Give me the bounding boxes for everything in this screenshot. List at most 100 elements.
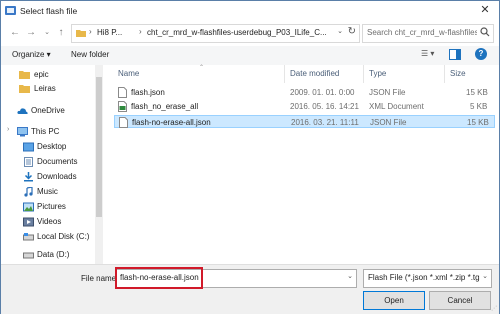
search-input[interactable]: Search cht_cr_mrd_w-flashfiles... xyxy=(362,24,494,43)
organize-button[interactable]: Organize ▾ xyxy=(12,50,51,59)
column-divider[interactable] xyxy=(284,65,285,83)
chevron-down-icon[interactable]: › xyxy=(7,126,9,133)
json-file-icon xyxy=(119,117,128,128)
scrollbar-thumb[interactable] xyxy=(96,77,102,217)
nav-label: epic xyxy=(34,70,49,79)
open-button[interactable]: Open xyxy=(363,291,425,310)
app-icon xyxy=(5,6,16,15)
resize-grip-icon[interactable]: ⋰ xyxy=(491,305,497,312)
file-row-selected[interactable]: flash-no-erase-all.json 2016. 03. 21. 11… xyxy=(114,115,495,128)
nav-label: Desktop xyxy=(37,142,67,151)
videos-icon xyxy=(23,217,34,227)
column-header-type[interactable]: Type xyxy=(369,69,386,78)
nav-label: Data (D:) xyxy=(37,250,70,259)
forward-icon[interactable]: → xyxy=(25,26,37,40)
pictures-icon xyxy=(23,202,34,212)
file-name: flash-no-erase-all.json xyxy=(132,118,211,127)
search-placeholder: Search cht_cr_mrd_w-flashfiles... xyxy=(367,28,477,37)
file-type: XML Document xyxy=(369,102,424,111)
nav-label: Local Disk (C:) xyxy=(37,232,90,241)
nav-label: Videos xyxy=(37,217,62,226)
window-title: Select flash file xyxy=(20,6,78,16)
file-row[interactable]: flash.json 2009. 01. 01. 0:00 JSON File … xyxy=(114,86,495,99)
new-folder-button[interactable]: New folder xyxy=(71,50,109,59)
cancel-button[interactable]: Cancel xyxy=(429,291,491,310)
nav-item-music[interactable]: Music xyxy=(1,185,95,199)
dialog-footer: File name: flash-no-erase-all.json ⌄ Fla… xyxy=(1,264,499,314)
folder-icon xyxy=(19,85,30,93)
file-name-label: File name: xyxy=(81,274,119,283)
column-divider[interactable] xyxy=(363,65,364,83)
chevron-down-icon[interactable]: ⌄ xyxy=(337,27,343,35)
breadcrumb-separator: › xyxy=(89,27,92,36)
address-bar[interactable]: › Hi8 P... › cht_cr_mrd_w-flashfiles-use… xyxy=(71,24,360,43)
file-size: 5 KB xyxy=(470,102,488,111)
sort-up-icon: ⌃ xyxy=(199,65,205,71)
column-divider[interactable] xyxy=(444,65,445,83)
nav-item-local-disk[interactable]: Local Disk (C:) xyxy=(1,230,95,244)
file-type-filter[interactable]: Flash File (*.json *.xml *.zip *.tgz ⌄ xyxy=(363,269,492,288)
breadcrumb-separator: › xyxy=(139,27,142,36)
column-header-size[interactable]: Size xyxy=(450,69,466,78)
file-dialog: Select flash file ✕ ← → ⌄ ↑ › Hi8 P... ›… xyxy=(0,0,500,314)
column-header-name[interactable]: Name xyxy=(118,69,139,78)
nav-label: This PC xyxy=(31,127,60,136)
computer-icon xyxy=(17,127,28,137)
file-date: 2016. 03. 21. 11:11 xyxy=(291,118,359,127)
nav-item-videos[interactable]: Videos xyxy=(1,215,95,229)
command-bar: Organize ▾ New folder ☰ ▾ ? xyxy=(1,46,499,65)
column-header-date[interactable]: Date modified xyxy=(290,69,339,78)
file-type-filter-value: Flash File (*.json *.xml *.zip *.tgz xyxy=(368,273,480,282)
file-size: 15 KB xyxy=(467,118,489,127)
nav-item-data-drive[interactable]: Data (D:) xyxy=(1,248,95,262)
filename-highlight-box xyxy=(115,267,203,289)
nav-item-pictures[interactable]: Pictures xyxy=(1,200,95,214)
file-type: JSON File xyxy=(369,88,406,97)
title-bar: Select flash file ✕ xyxy=(1,1,499,21)
file-row[interactable]: flash_no_erase_all 2016. 05. 16. 14:21 X… xyxy=(114,100,495,113)
desktop-icon xyxy=(23,142,34,152)
nav-scrollbar[interactable] xyxy=(95,65,103,264)
nav-item-epic[interactable]: epic xyxy=(1,68,95,82)
address-row: ← → ⌄ ↑ › Hi8 P... › cht_cr_mrd_w-flashf… xyxy=(1,23,499,43)
music-icon xyxy=(24,187,33,197)
up-icon[interactable]: ↑ xyxy=(55,26,67,40)
nav-item-onedrive[interactable]: OneDrive xyxy=(1,104,95,118)
nav-item-desktop[interactable]: Desktop xyxy=(1,140,95,154)
file-name: flash_no_erase_all xyxy=(131,102,199,111)
chevron-down-icon[interactable]: ⌄ xyxy=(482,272,488,280)
back-icon[interactable]: ← xyxy=(9,26,21,40)
nav-label: Pictures xyxy=(37,202,66,211)
folder-icon xyxy=(76,30,86,37)
file-size: 15 KB xyxy=(466,88,488,97)
help-icon[interactable]: ? xyxy=(475,48,487,60)
recent-locations-icon[interactable]: ⌄ xyxy=(41,26,53,40)
file-date: 2009. 01. 01. 0:00 xyxy=(290,88,355,97)
drive-icon xyxy=(23,252,34,259)
nav-item-documents[interactable]: Documents xyxy=(1,155,95,169)
nav-label: Documents xyxy=(37,157,78,166)
chevron-down-icon[interactable]: ⌄ xyxy=(347,272,353,280)
search-icon[interactable] xyxy=(480,27,490,37)
file-name: flash.json xyxy=(131,88,165,97)
nav-item-this-pc[interactable]: › This PC xyxy=(1,125,95,139)
breadcrumb-segment[interactable]: Hi8 P... xyxy=(97,28,122,37)
close-button[interactable]: ✕ xyxy=(477,3,493,17)
view-options-icon[interactable]: ☰ ▾ xyxy=(421,49,434,58)
cloud-icon xyxy=(17,108,28,114)
file-list: ⌃ Name Date modified Type Size flash.jso… xyxy=(107,65,497,264)
nav-item-leiras[interactable]: Leiras xyxy=(1,82,95,96)
documents-icon xyxy=(24,157,33,167)
file-type: JSON File xyxy=(370,118,407,127)
drive-icon xyxy=(23,233,34,241)
nav-item-downloads[interactable]: Downloads xyxy=(1,170,95,184)
refresh-icon[interactable]: ↻ xyxy=(348,26,356,37)
preview-pane-icon[interactable] xyxy=(449,49,461,60)
breadcrumb-segment[interactable]: cht_cr_mrd_w-flashfiles-userdebug_P03_IL… xyxy=(147,28,327,37)
xml-file-icon xyxy=(118,101,127,112)
file-date: 2016. 05. 16. 14:21 xyxy=(290,102,359,111)
json-file-icon xyxy=(118,87,127,98)
nav-label: Music xyxy=(37,187,58,196)
nav-label: Leiras xyxy=(34,84,56,93)
downloads-icon xyxy=(24,172,33,182)
